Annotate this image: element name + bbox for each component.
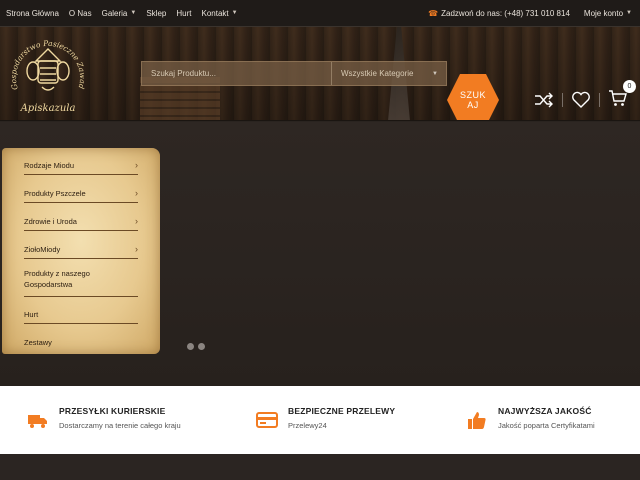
chevron-right-icon: ›	[135, 187, 138, 198]
nav-link-label: Strona Główna	[6, 8, 59, 18]
feature-title: NAJWYŻSZA JAKOŚĆ	[498, 406, 592, 416]
hero-slider: Rodzaje Miodu › Produkty Pszczele › Zdro…	[0, 122, 640, 386]
nav-link-contact[interactable]: Kontakt ▼	[201, 9, 237, 18]
nav-link-label: Galeria	[101, 8, 128, 18]
nav-link-label: Hurt	[176, 8, 192, 18]
chevron-right-icon: ›	[135, 215, 138, 226]
top-right-links: ☎ Zadzwoń do nas: (+48) 731 010 814 Moje…	[428, 9, 632, 18]
feature-shipping: PRZESYŁKI KURIERSKIE Dostarczamy na tere…	[27, 406, 181, 431]
search-input[interactable]	[142, 62, 332, 85]
nav-link-about[interactable]: O Nas	[69, 9, 92, 18]
nav-link-label: O Nas	[68, 8, 92, 18]
category-select-label: Wszystkie Kategorie	[341, 69, 414, 78]
feature-title: BEZPIECZNE PRZELEWY	[288, 406, 396, 416]
slider-pagination	[187, 343, 205, 350]
category-select[interactable]: Wszystkie Kategorie ▼	[332, 62, 446, 85]
menu-item-label: Produkty z naszego Gospodarstwa	[24, 269, 90, 289]
phone-text: Zadzwoń do nas: (+48) 731 010 814	[441, 8, 570, 18]
my-account-label: Moje konto	[583, 8, 624, 18]
thumbs-up-icon	[468, 412, 486, 429]
site-logo[interactable]: Gospodarstwo Pasieczne Zawadzky 1893 Api…	[8, 31, 88, 117]
cart-button[interactable]: 0	[608, 79, 636, 112]
shuffle-compare-icon[interactable]	[534, 92, 554, 108]
truck-icon	[28, 415, 47, 428]
nav-link-wholesale[interactable]: Hurt	[176, 9, 191, 18]
logo-text: Apiskazula	[20, 103, 76, 114]
feature-subtitle: Dostarczamy na terenie całego kraju	[59, 421, 181, 430]
search-bar: Wszystkie Kategorie ▼	[141, 61, 447, 86]
chevron-down-icon: ▼	[626, 10, 632, 16]
menu-item-wholesale[interactable]: Hurt	[24, 305, 138, 324]
slider-dot[interactable]	[187, 343, 194, 350]
feature-subtitle: Przelewy24	[288, 421, 327, 430]
feature-title: PRZESYŁKI KURIERSKIE	[59, 406, 166, 416]
wishlist-heart-icon[interactable]	[571, 91, 591, 109]
menu-item-label: Zestawy	[24, 338, 52, 347]
nav-link-home[interactable]: Strona Główna	[6, 9, 59, 18]
menu-item-label: Zdrowie i Uroda	[24, 216, 77, 226]
nav-link-shop[interactable]: Sklep	[146, 9, 166, 18]
site-header: Gospodarstwo Pasieczne Zawadzky 1893 Api…	[0, 27, 640, 121]
header-icon-divider	[562, 93, 563, 107]
bee-emblem-icon	[26, 48, 70, 91]
phone-link[interactable]: ☎ Zadzwoń do nas: (+48) 731 010 814	[428, 9, 570, 18]
menu-item-label: Hurt	[24, 309, 39, 319]
menu-item-herbal-honey[interactable]: ZiołoMiody ›	[24, 240, 138, 259]
features-bar: PRZESYŁKI KURIERSKIE Dostarczamy na tere…	[0, 386, 640, 454]
main-menu: Strona Główna O Nas Galeria ▼ Sklep Hurt …	[6, 9, 238, 18]
menu-item-health-beauty[interactable]: Zdrowie i Uroda ›	[24, 212, 138, 231]
menu-item-honey-types[interactable]: Rodzaje Miodu ›	[24, 156, 138, 175]
chevron-right-icon: ›	[135, 159, 138, 170]
chevron-down-icon: ▼	[432, 70, 438, 77]
menu-item-label: Rodzaje Miodu	[24, 160, 75, 170]
header-actions: 0	[534, 79, 636, 112]
nav-link-gallery[interactable]: Galeria ▼	[102, 9, 137, 18]
chevron-down-icon: ▼	[130, 10, 137, 16]
feature-quality: NAJWYŻSZA JAKOŚĆ Jakość poparta Certyfik…	[466, 406, 595, 431]
phone-icon: ☎	[428, 8, 439, 18]
footer-strip	[0, 454, 640, 480]
chevron-down-icon: ▼	[231, 10, 238, 16]
menu-item-label: Produkty Pszczele	[24, 188, 86, 198]
search-button[interactable]: SZUKAJ	[447, 74, 499, 120]
menu-item-farm-products[interactable]: Produkty z naszego Gospodarstwa	[24, 267, 138, 297]
top-navigation-bar: Strona Główna O Nas Galeria ▼ Sklep Hurt …	[0, 0, 640, 27]
my-account-link[interactable]: Moje konto ▼	[584, 9, 632, 18]
search-button-label: SZUKAJ	[459, 90, 486, 110]
slider-dot[interactable]	[198, 343, 205, 350]
chevron-right-icon: ›	[135, 243, 138, 254]
nav-link-label: Kontakt	[201, 8, 229, 18]
nav-link-label: Sklep	[146, 8, 167, 18]
feature-payments: BEZPIECZNE PRZELEWY Przelewy24	[256, 406, 395, 431]
menu-item-bee-products[interactable]: Produkty Pszczele ›	[24, 184, 138, 203]
cart-count-badge: 0	[623, 79, 636, 93]
credit-card-icon	[256, 412, 278, 428]
menu-item-sets[interactable]: Zestawy	[24, 333, 138, 352]
menu-item-label: ZiołoMiody	[24, 244, 61, 254]
header-icon-divider	[599, 93, 600, 107]
feature-subtitle: Jakość poparta Certyfikatami	[498, 421, 595, 430]
